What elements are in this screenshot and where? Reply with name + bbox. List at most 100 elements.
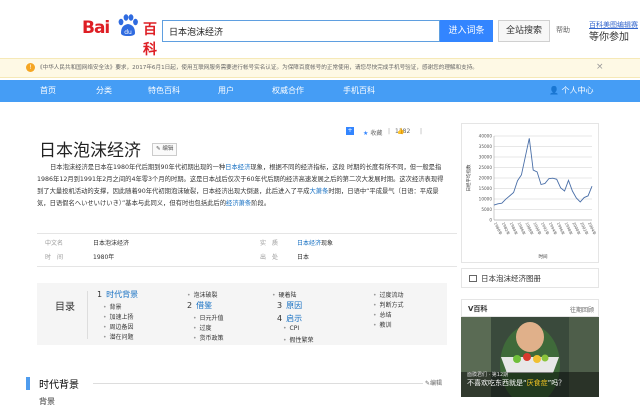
add-icon[interactable]: + <box>346 127 354 135</box>
summary-paragraph: 日本泡沫经济是日本在1980年代后期到90年代初期出现的一种日本经济现象，根据不… <box>37 162 445 210</box>
toc-sub[interactable]: 判断方式 <box>373 300 404 309</box>
chart-x-axis-label: 时间 <box>539 253 548 260</box>
baidu-baike-logo[interactable]: Bai du 百科 <box>70 10 162 58</box>
chart-y-tick-label: 15000 <box>479 186 493 191</box>
toc-label: 原因 <box>286 301 303 310</box>
nav-item-partners[interactable]: 权威合作 <box>272 85 304 96</box>
edit-button[interactable]: ✎ 编辑 <box>152 143 178 156</box>
toc-sub[interactable]: 泡沫破裂 <box>187 290 218 299</box>
thumbs-up-icon[interactable]: 👍 <box>397 128 404 135</box>
v-baike-header: V百科 往期回顾 <box>461 299 599 317</box>
site-search-button[interactable]: 全站搜索 <box>498 20 550 42</box>
search-input[interactable] <box>163 21 439 41</box>
para-text: 日本泡沫经济是日本在1980年代后期到90年代初期出现的一种 <box>50 164 226 171</box>
nav-item-mobile[interactable]: 手机百科 <box>343 85 375 96</box>
toc-label: 时代背景 <box>106 290 139 299</box>
video-caption-text: 不喜欢吃东西就是“ <box>467 379 527 387</box>
link-recession[interactable]: 经济萧条 <box>226 200 251 207</box>
user-center-label: 个人中心 <box>561 86 594 95</box>
main-nav: 首页 分类 特色百科 用户 权威合作 手机百科 👤 个人中心 <box>0 80 640 102</box>
info-value-wrap: 日本经济现象 <box>297 238 333 247</box>
info-key: 出 处 <box>260 254 279 261</box>
chart-y-tick-label: 35000 <box>479 144 493 149</box>
video-caption[interactable]: 不喜欢吃东西就是“厌食症”吗？ <box>467 378 565 388</box>
logo-bai-text: Bai <box>82 18 110 38</box>
nikkei-line-chart: 0 5000 10000 15000 20000 25000 30000 35000 40000… <box>465 134 597 261</box>
album-caption[interactable]: 日本泡沫经济图册 <box>461 268 599 288</box>
subsection-title: 背景 <box>39 397 55 406</box>
toc-num: 1 <box>97 290 103 299</box>
toc-sub[interactable]: 过度 <box>193 323 212 332</box>
info-key: 时 间 <box>45 254 64 261</box>
toc-section-1[interactable]: 1 时代背景 <box>97 289 138 300</box>
enter-entry-button[interactable]: 进入词条 <box>440 20 493 42</box>
link-japan-economy[interactable]: 日本经济 <box>225 164 250 171</box>
chart-y-tick-label: 0 <box>489 218 492 223</box>
chart-y-tick-label: 5000 <box>481 207 492 212</box>
user-icon: 👤 <box>549 86 559 95</box>
album-cover-chart[interactable]: 0 5000 10000 15000 20000 25000 30000 35000 40000… <box>461 123 599 263</box>
toc-section-3[interactable]: 3 原因 <box>277 300 302 311</box>
search-box[interactable] <box>162 20 440 42</box>
toc-section-4[interactable]: 4 启示 <box>277 313 302 324</box>
video-caption-text: ”吗？ <box>547 379 566 387</box>
promo-link[interactable]: 百科美图编辑赛 等你参加 <box>589 20 640 44</box>
toc-sub[interactable]: 教训 <box>373 320 392 329</box>
logo-du-text: du <box>124 29 132 36</box>
info-key: 实 质 <box>260 240 279 247</box>
infobox: 中文名 日本泡沫经济 时 间 1980年 实 质 日本经济现象 出 处 日本 <box>37 233 457 267</box>
section-edit-button[interactable]: ✎编辑 <box>425 378 442 387</box>
toc-sub[interactable]: 周边备因 <box>103 322 134 331</box>
nav-item-category[interactable]: 分类 <box>96 85 112 96</box>
v-baike-title: V百科 <box>468 305 488 313</box>
section-edit-label: 编辑 <box>430 380 443 387</box>
nav-user-center[interactable]: 👤 个人中心 <box>549 85 594 96</box>
pencil-icon: ✎ <box>156 146 161 152</box>
toc-sub[interactable]: 货币政策 <box>193 333 224 342</box>
section-title: 时代背景 <box>39 380 79 391</box>
toc-sub[interactable]: CPI <box>283 325 300 332</box>
toc-sub[interactable]: 背景 <box>103 302 122 311</box>
link-great-depression[interactable]: 大萧条 <box>309 188 328 195</box>
toc-sub[interactable]: 过度流动 <box>373 290 404 299</box>
info-value: 现象 <box>321 240 334 247</box>
chart-y-tick-label: 40000 <box>479 134 493 139</box>
para-text: 阶段。 <box>251 200 271 208</box>
help-link[interactable]: 帮助 <box>556 25 570 35</box>
album-icon <box>469 275 477 282</box>
toc-title: 目录 <box>55 302 75 313</box>
toc-num: 2 <box>187 301 193 310</box>
toc-sub[interactable]: 加速上扬 <box>103 312 134 321</box>
star-icon: ★ <box>363 130 369 137</box>
chart-y-tick-label: 30000 <box>479 155 493 160</box>
nav-item-users[interactable]: 用户 <box>218 85 234 96</box>
v-baike-more-link[interactable]: 往期回顾 <box>570 305 594 314</box>
toc-sub[interactable]: 潜在问题 <box>103 332 134 341</box>
chart-series-line <box>493 138 593 206</box>
section-divider <box>93 383 423 384</box>
nav-item-featured[interactable]: 特色百科 <box>148 85 180 96</box>
album-caption-text: 日本泡沫经济图册 <box>481 274 541 283</box>
video-caption-highlight: 厌食症 <box>526 379 548 387</box>
toc-label: 启示 <box>286 314 303 323</box>
chart-y-tick-label: 10000 <box>479 197 493 202</box>
chart-y-tick-label: 25000 <box>479 165 493 170</box>
close-icon[interactable]: × <box>596 62 604 72</box>
info-value: 日本泡沫经济 <box>93 240 130 247</box>
toc-sub[interactable]: 硬着陆 <box>272 290 297 299</box>
info-value: 1980年 <box>93 254 115 261</box>
page-title: 日本泡沫经济 <box>39 141 141 161</box>
toc-sub[interactable]: 假性繁荣 <box>283 335 314 344</box>
table-of-contents: 目录 1时代背景 背景 加速上扬 周边备因 潜在问题 泡沫破裂 2借鉴 日元升值… <box>37 283 447 345</box>
favorite-button[interactable]: ★ 收藏 <box>363 128 382 137</box>
toc-section-2[interactable]: 2 借鉴 <box>187 300 212 311</box>
toc-sub[interactable]: 日元升值 <box>193 313 224 322</box>
separator: | <box>420 128 423 135</box>
video-episode: 面膜君们 · 第12期 <box>467 372 509 378</box>
info-link[interactable]: 日本经济 <box>297 240 321 247</box>
nav-item-home[interactable]: 首页 <box>40 85 56 96</box>
notice-bar: ! 《中华人民共和国网络安全法》要求，2017年6月1日起，使用互联网服务需要进… <box>0 58 640 78</box>
notice-text: 《中华人民共和国网络安全法》要求，2017年6月1日起，使用互联网服务需要进行帐… <box>37 65 478 71</box>
paw-icon: du <box>118 14 138 36</box>
toc-sub[interactable]: 总结 <box>373 310 392 319</box>
